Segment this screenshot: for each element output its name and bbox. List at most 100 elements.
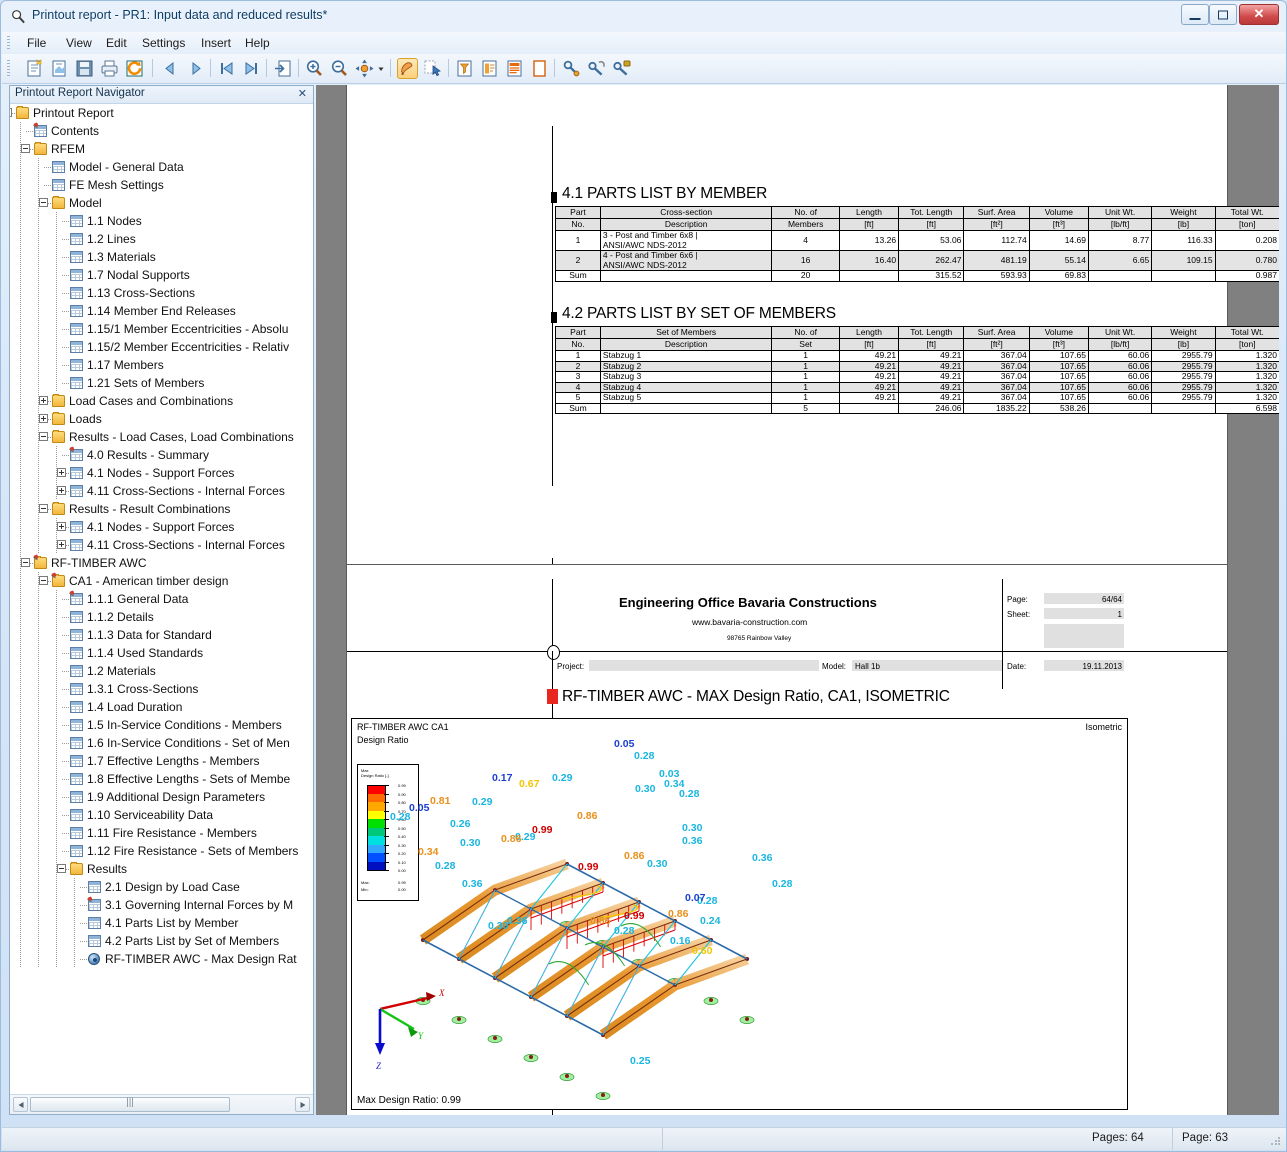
tree-item[interactable]: 1.1 Nodes	[10, 212, 313, 230]
tree-item[interactable]: RFEM	[10, 140, 313, 158]
menu-help[interactable]: Help	[238, 35, 277, 51]
maximize-button[interactable]	[1209, 4, 1237, 25]
resize-grip[interactable]	[1270, 1135, 1282, 1147]
expand-icon[interactable]	[57, 468, 66, 477]
tree-item[interactable]: 1.21 Sets of Members	[10, 374, 313, 392]
tree-item[interactable]: Loads	[10, 410, 313, 428]
tree-item[interactable]: 1.14 Member End Releases	[10, 302, 313, 320]
first-page-icon[interactable]	[216, 58, 237, 79]
tree-item[interactable]: 1.15/1 Member Eccentricities - Absolu	[10, 320, 313, 338]
tree-item[interactable]: 4.2 Parts List by Set of Members	[10, 932, 313, 950]
expand-icon[interactable]	[39, 396, 48, 405]
lock-report-icon[interactable]	[611, 58, 632, 79]
tree-item[interactable]: 1.7 Effective Lengths - Members	[10, 752, 313, 770]
tree-item[interactable]: 1.2 Lines	[10, 230, 313, 248]
menu-edit[interactable]: Edit	[99, 35, 134, 51]
tree-item[interactable]: RF-TIMBER AWC	[10, 554, 313, 572]
report-viewport[interactable]: 4.1 PARTS LIST BY MEMBER Part Cross-sect…	[316, 85, 1279, 1115]
tree-item[interactable]: 1.2 Materials	[10, 662, 313, 680]
menu-file[interactable]: File	[20, 35, 53, 51]
tree-item[interactable]: 2.1 Design by Load Case	[10, 878, 313, 896]
filter-page-icon[interactable]	[454, 58, 475, 79]
tree-item[interactable]: 1.7 Nodal Supports	[10, 266, 313, 284]
scrollbar-thumb[interactable]	[30, 1097, 230, 1112]
new-report-icon[interactable]	[24, 58, 45, 79]
tree-item[interactable]: 1.15/2 Member Eccentricities - Relativ	[10, 338, 313, 356]
tree-item[interactable]: 1.5 In-Service Conditions - Members	[10, 716, 313, 734]
expand-icon[interactable]	[57, 522, 66, 531]
tree-item[interactable]: 1.1.3 Data for Standard	[10, 626, 313, 644]
next-page-icon[interactable]	[185, 58, 206, 79]
pan-view-icon[interactable]	[354, 58, 375, 79]
blank-page-icon[interactable]	[529, 58, 550, 79]
menu-insert[interactable]: Insert	[194, 35, 238, 51]
collapse-icon[interactable]	[10, 108, 12, 117]
open-report-icon[interactable]	[49, 58, 70, 79]
navigator-close-icon[interactable]: ✕	[298, 87, 307, 100]
collapse-icon[interactable]	[39, 198, 48, 207]
zoom-out-icon[interactable]	[329, 58, 350, 79]
tree-item[interactable]: FE Mesh Settings	[10, 176, 313, 194]
expand-icon[interactable]	[57, 540, 66, 549]
dropdown-arrow-icon[interactable]	[376, 58, 386, 79]
close-button[interactable]: ✕	[1239, 4, 1279, 25]
tree-item[interactable]: 4.11 Cross-Sections - Internal Forces	[10, 482, 313, 500]
page-layout-icon[interactable]	[504, 58, 525, 79]
save-icon[interactable]	[74, 58, 95, 79]
tree-item[interactable]: 1.3.1 Cross-Sections	[10, 680, 313, 698]
scroll-right-button[interactable]	[295, 1097, 310, 1112]
collapse-icon[interactable]	[39, 432, 48, 441]
tree-item[interactable]: 3.1 Governing Internal Forces by M	[10, 896, 313, 914]
tree-item[interactable]: RF-TIMBER AWC - Max Design Rat	[10, 950, 313, 968]
tree-item[interactable]: 4.0 Results - Summary	[10, 446, 313, 464]
page-setup-icon[interactable]	[479, 58, 500, 79]
tree-item[interactable]: 1.10 Serviceability Data	[10, 806, 313, 824]
print-icon[interactable]	[99, 58, 120, 79]
tree-item[interactable]: Model	[10, 194, 313, 212]
hand-tool-icon[interactable]	[397, 58, 418, 79]
export-icon[interactable]	[273, 58, 294, 79]
tree-item[interactable]: 1.9 Additional Design Parameters	[10, 788, 313, 806]
navigator-horizontal-scrollbar[interactable]	[10, 1094, 313, 1114]
scroll-left-button[interactable]	[13, 1097, 28, 1112]
tree-item[interactable]: 4.1 Parts List by Member	[10, 914, 313, 932]
tree-item[interactable]: 1.1.2 Details	[10, 608, 313, 626]
tree-item[interactable]: 1.11 Fire Resistance - Members	[10, 824, 313, 842]
tree-item[interactable]: Model - General Data	[10, 158, 313, 176]
collapse-icon[interactable]	[21, 144, 30, 153]
tree-item[interactable]: 4.1 Nodes - Support Forces	[10, 464, 313, 482]
tree-item[interactable]: 4.1 Nodes - Support Forces	[10, 518, 313, 536]
collapse-icon[interactable]	[39, 576, 48, 585]
tree-item[interactable]: 1.12 Fire Resistance - Sets of Members	[10, 842, 313, 860]
tree-item[interactable]: Results - Load Cases, Load Combinations	[10, 428, 313, 446]
tree-item[interactable]: Load Cases and Combinations	[10, 392, 313, 410]
unlock-report-icon[interactable]	[586, 58, 607, 79]
print-settings-icon[interactable]	[561, 58, 582, 79]
expand-icon[interactable]	[57, 486, 66, 495]
tree-item[interactable]: 1.4 Load Duration	[10, 698, 313, 716]
design-ratio-graphic[interactable]: RF-TIMBER AWC CA1 Design Ratio Isometric…	[351, 718, 1128, 1110]
tree-item[interactable]: 1.1.1 General Data	[10, 590, 313, 608]
navigator-tree[interactable]: Printout Report Contents RFEM Model - Gener…	[10, 104, 313, 1094]
tree-item[interactable]: 1.3 Materials	[10, 248, 313, 266]
zoom-in-icon[interactable]	[304, 58, 325, 79]
menu-settings[interactable]: Settings	[135, 35, 192, 51]
tree-item[interactable]: CA1 - American timber design	[10, 572, 313, 590]
tree-item[interactable]: Printout Report	[10, 104, 313, 122]
tree-item[interactable]: Results	[10, 860, 313, 878]
tree-item[interactable]: 1.17 Members	[10, 356, 313, 374]
tree-item[interactable]: 1.6 In-Service Conditions - Set of Men	[10, 734, 313, 752]
tree-item[interactable]: 1.8 Effective Lengths - Sets of Membe	[10, 770, 313, 788]
menu-view[interactable]: View	[59, 35, 99, 51]
select-tool-icon[interactable]	[422, 58, 443, 79]
last-page-icon[interactable]	[241, 58, 262, 79]
tree-item[interactable]: 1.1.4 Used Standards	[10, 644, 313, 662]
tree-item[interactable]: Results - Result Combinations	[10, 500, 313, 518]
tree-item[interactable]: 4.11 Cross-Sections - Internal Forces	[10, 536, 313, 554]
minimize-button[interactable]	[1181, 4, 1209, 25]
collapse-icon[interactable]	[21, 558, 30, 567]
tree-item[interactable]: Contents	[10, 122, 313, 140]
collapse-icon[interactable]	[39, 504, 48, 513]
tree-item[interactable]: 1.13 Cross-Sections	[10, 284, 313, 302]
refresh-icon[interactable]	[124, 58, 145, 79]
